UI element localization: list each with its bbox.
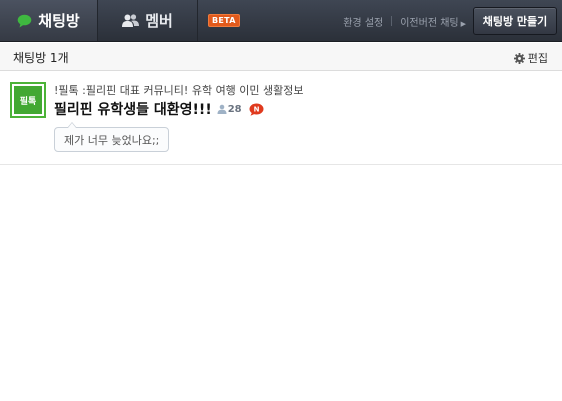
chatroom-title-row: 필리핀 유학생들 대환영!!! 28 N: [54, 99, 264, 119]
chatroom-thumbnail-label: 필톡: [14, 86, 42, 114]
tab-members-label: 멤버: [145, 12, 173, 30]
top-bar: 채팅방 멤버 BETA 환경 설정 이전버전 채팅 ▶ 채팅방 만들기: [0, 0, 562, 42]
members-icon: [122, 14, 140, 27]
tab-members[interactable]: 멤버: [98, 0, 198, 41]
beta-badge: BETA: [208, 14, 240, 27]
chatroom-thumbnail: 필톡: [10, 82, 46, 118]
create-chatroom-button[interactable]: 채팅방 만들기: [473, 7, 557, 35]
last-message-bubble: 제가 너무 늦었나요;;: [54, 122, 170, 152]
person-icon: [217, 104, 227, 114]
last-message-text: 제가 너무 늦었나요;;: [64, 133, 160, 147]
beta-wrap: BETA: [198, 0, 240, 41]
chatroom-item[interactable]: 필톡 !필톡 :필리핀 대표 커뮤니티! 유학 여행 이민 생활정보 필리핀 유…: [0, 72, 562, 165]
gear-icon: [513, 52, 525, 64]
tab-chatrooms-label: 채팅방: [38, 12, 80, 30]
member-count-value: 28: [227, 103, 242, 115]
tab-chatrooms[interactable]: 채팅방: [0, 0, 98, 41]
new-message-badge-icon: N: [249, 103, 264, 116]
edit-button[interactable]: 편집: [513, 50, 548, 66]
chatroom-description: !필톡 :필리핀 대표 커뮤니티! 유학 여행 이민 생활정보: [54, 84, 304, 97]
chevron-right-icon: ▶: [460, 19, 466, 28]
link-divider: [391, 16, 393, 26]
old-version-chat-label: 이전버전 채팅: [400, 17, 459, 29]
top-links: 환경 설정 이전버전 채팅 ▶: [343, 0, 466, 42]
chat-app: 채팅방 멤버 BETA 환경 설정 이전버전 채팅 ▶ 채팅방 만들기 채팅방 …: [0, 0, 562, 401]
settings-link[interactable]: 환경 설정: [343, 14, 383, 29]
new-badge-text: N: [253, 105, 259, 113]
old-version-chat-link[interactable]: 이전버전 채팅 ▶: [400, 14, 466, 29]
edit-label: 편집: [527, 52, 548, 65]
member-count: 28: [217, 104, 242, 115]
room-count: 채팅방 1개: [13, 51, 69, 65]
chat-bubble-icon: [17, 14, 32, 28]
chatroom-title: 필리핀 유학생들 대환영!!!: [54, 102, 212, 118]
bubble-tail: [67, 122, 77, 128]
room-list-header: 채팅방 1개 편집: [0, 43, 562, 71]
